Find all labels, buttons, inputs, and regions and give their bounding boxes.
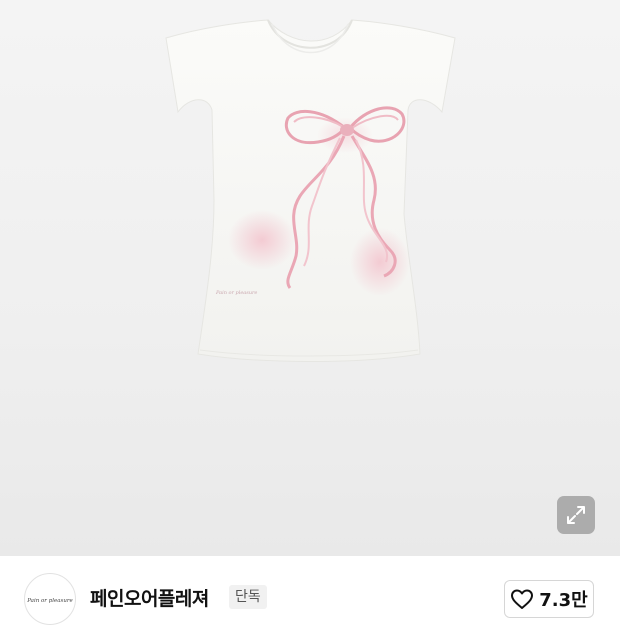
expand-icon: [567, 506, 585, 524]
product-image[interactable]: Pain or pleasure: [0, 0, 620, 556]
like-button[interactable]: 7.3만: [504, 580, 594, 618]
seller-logo[interactable]: Pain or pleasure: [24, 573, 76, 625]
expand-button[interactable]: [557, 496, 595, 534]
print-blush-left: [228, 210, 296, 270]
seller-bar: Pain or pleasure 페인오어플레져 단독 7.3만: [0, 556, 620, 625]
exclusive-badge: 단독: [229, 585, 267, 609]
svg-text:Pain or pleasure: Pain or pleasure: [26, 598, 73, 604]
heart-icon: [511, 589, 534, 609]
bow-knot: [340, 124, 354, 136]
tshirt-shape: [165, 19, 456, 362]
print-signature: Pain or pleasure: [215, 290, 257, 296]
product-image-area[interactable]: Pain or pleasure: [0, 0, 620, 556]
seller-name[interactable]: 페인오어플레져: [90, 584, 209, 611]
like-count: 7.3만: [539, 590, 588, 611]
